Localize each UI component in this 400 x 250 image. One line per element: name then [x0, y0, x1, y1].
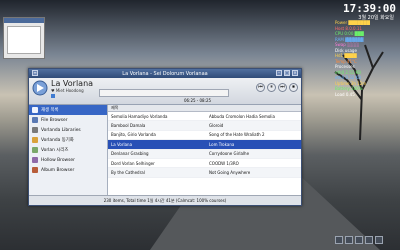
sidebar-item-label: Hollow Browser	[41, 157, 75, 163]
track-list: 제목 Semolia Hamadiyo Vorlanda Abbuda Crom…	[108, 105, 301, 195]
track-album: COODW 1/3RO	[209, 160, 239, 166]
close-button[interactable]: ×	[292, 70, 298, 76]
sidebar-item-label: Vorlan 시리즈	[41, 148, 69, 153]
system-tray	[335, 226, 395, 244]
next-button[interactable]: ⏭	[278, 83, 287, 92]
window-menu-icon[interactable]: ≡	[32, 70, 38, 76]
music-player-window: ≡ La Vorlana - Sei Dolorum Vorlanaa – □ …	[28, 68, 302, 206]
tray-icon[interactable]	[345, 236, 353, 244]
pause-button[interactable]: ⏸	[267, 83, 276, 92]
sidebar-item-sync[interactable]: Vorlanda 동기화	[29, 135, 107, 145]
tray-icon[interactable]	[365, 236, 373, 244]
maximize-button[interactable]: □	[284, 70, 290, 76]
series-icon	[32, 147, 38, 153]
track-title: Denlanar Grasbing	[111, 151, 149, 157]
track-album: Abbuda Cromolon Hadia Semolia	[209, 113, 275, 119]
minimize-button[interactable]: –	[276, 70, 282, 76]
tray-icon[interactable]	[375, 236, 383, 244]
track-album: Corrydoone Girlalhe	[209, 151, 250, 157]
table-row[interactable]: Bambool Damala Gloroid	[108, 121, 301, 131]
table-row[interactable]: Denlanar Grasbing Corrydoone Girlalhe	[108, 149, 301, 159]
window-titlebar[interactable]: ≡ La Vorlana - Sei Dolorum Vorlanaa – □ …	[29, 69, 301, 78]
track-title: La Vorlana	[111, 141, 133, 147]
playlist-icon	[32, 107, 38, 113]
time-display: 06:25 - 08:25	[184, 98, 212, 103]
now-playing-artist: ♥ Miet Hoodong	[51, 88, 84, 93]
window-title: La Vorlana - Sei Dolorum Vorlanaa	[122, 70, 208, 77]
sidebar: 재생 목록 File Browser Vorlanda Libraries Vo…	[29, 105, 108, 195]
sidebar-item-album-browser[interactable]: Album Browser	[29, 165, 107, 175]
sidebar-item-label: Vorlanda Libraries	[41, 127, 81, 133]
rating-icon[interactable]	[51, 94, 55, 98]
sidebar-item-hollow-browser[interactable]: Hollow Browser	[29, 155, 107, 165]
track-album: Song of the Hate Wraliath 2	[209, 132, 265, 138]
table-row[interactable]: Dord Vorlan Selhinger COODW 1/3RO	[108, 159, 301, 169]
player-logo-icon	[32, 80, 48, 96]
column-header-title[interactable]: 제목	[108, 105, 206, 111]
track-list-header: 제목	[108, 105, 301, 112]
system-monitor-panel: Power ███████ Host 8.0.0.11 CPU 0:00 ███…	[335, 20, 399, 235]
window-thumbnail[interactable]	[3, 17, 45, 59]
player-toolbar: La Vorlana ♥ Miet Hoodong 06:25 - 08:25 …	[29, 78, 301, 105]
table-row[interactable]: Banjito, Girio Vorlanda Song of the Hate…	[108, 131, 301, 141]
table-row[interactable]: Semolia Hamadiyo Vorlanda Abbuda Cromolo…	[108, 112, 301, 122]
sidebar-item-label: File Browser	[41, 117, 68, 123]
table-row[interactable]: By the Cathedral Not Going Anywhere	[108, 168, 301, 178]
monitor-line: Load 0.45	[335, 91, 355, 97]
browser-icon	[32, 157, 38, 163]
table-row-selected[interactable]: La Vorlana Lom Trokana	[108, 140, 301, 150]
album-icon	[32, 167, 38, 173]
track-title: Dord Vorlan Selhinger	[111, 160, 155, 166]
track-title: Semolia Hamadiyo Vorlanda	[111, 113, 168, 119]
sidebar-item-libraries[interactable]: Vorlanda Libraries	[29, 125, 107, 135]
track-title: Bambool Damala	[111, 123, 146, 129]
library-icon	[32, 127, 38, 133]
tray-icon[interactable]	[355, 236, 363, 244]
status-bar: 230 items, Total time 1일 4시간 41분 (Calmca…	[29, 195, 301, 205]
column-header-album[interactable]	[206, 105, 301, 111]
folder-icon	[32, 117, 38, 123]
sidebar-item-label: 재생 목록	[41, 108, 59, 113]
seek-bar[interactable]	[99, 89, 229, 97]
sync-icon	[32, 137, 38, 143]
track-album: Not Going Anywhere	[209, 170, 251, 176]
track-title: By the Cathedral	[111, 170, 145, 176]
sidebar-item-playlist[interactable]: 재생 목록	[29, 105, 107, 115]
sidebar-item-label: Album Browser	[41, 167, 75, 173]
track-album: Lom Trokana	[209, 141, 235, 147]
previous-button[interactable]: ⏮	[256, 83, 265, 92]
sidebar-item-label: Vorlanda 동기화	[41, 138, 74, 143]
now-playing-title: La Vorlana	[51, 79, 94, 88]
track-album: Gloroid	[209, 123, 224, 129]
stop-button[interactable]: ⏹	[289, 83, 298, 92]
sidebar-item-series[interactable]: Vorlan 시리즈	[29, 145, 107, 155]
tray-icon[interactable]	[335, 236, 343, 244]
sidebar-item-file-browser[interactable]: File Browser	[29, 115, 107, 125]
track-title: Banjito, Girio Vorlanda	[111, 132, 156, 138]
